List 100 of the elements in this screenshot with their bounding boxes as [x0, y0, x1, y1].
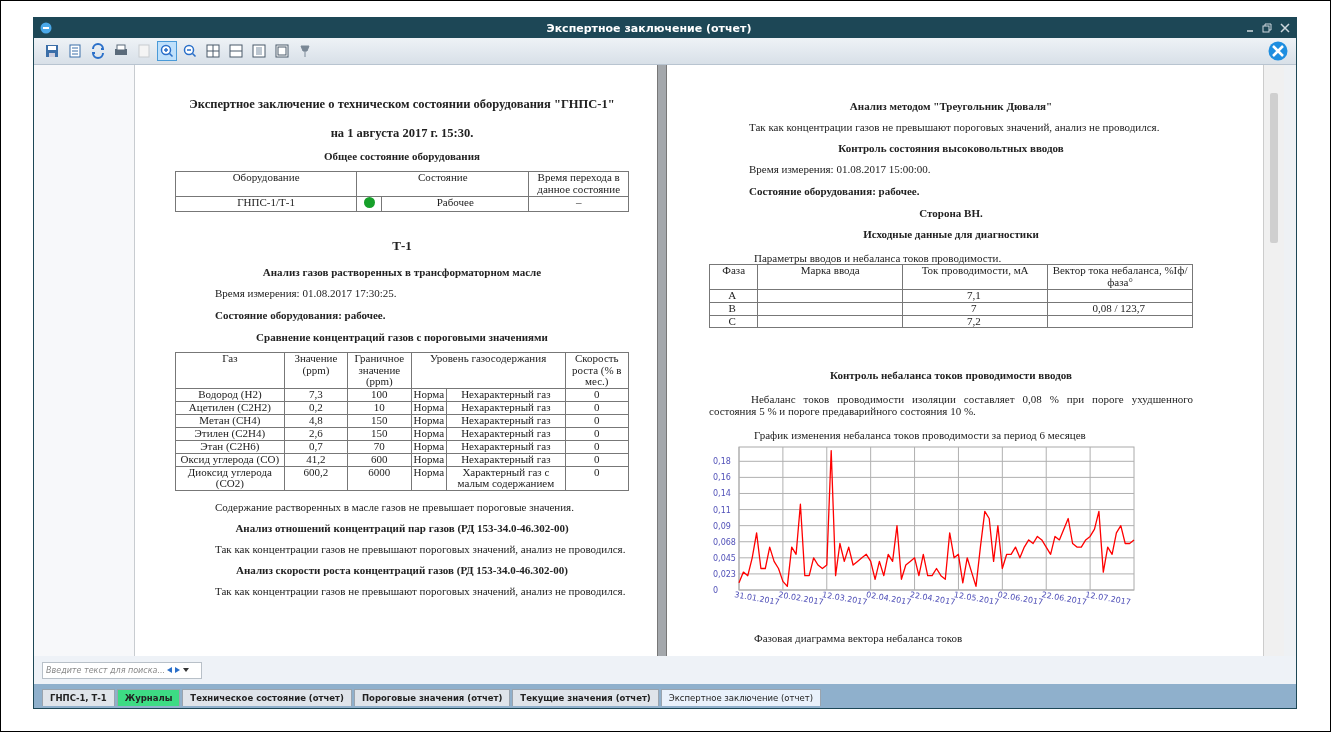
- column-header: Уровень газосодержания: [411, 352, 566, 389]
- table-cell: A: [728, 288, 737, 301]
- tab[interactable]: ГНПС-1, Т-1: [42, 689, 115, 706]
- table-cell: Нехарактерный газ: [446, 388, 566, 402]
- app-menu-icon[interactable]: [40, 22, 52, 34]
- axis-tick-label: 0,18: [713, 457, 731, 467]
- table-cell: 6000: [347, 466, 412, 491]
- table-cell: 0: [565, 388, 629, 402]
- table-cell: 70: [347, 440, 412, 454]
- section-heading: Анализ методом "Треугольник Дюваля": [848, 100, 1054, 112]
- axis-tick-label: 0,16: [713, 473, 731, 483]
- table-cell: 0: [565, 401, 629, 415]
- table-cell: Этилен (C2H4): [175, 427, 285, 441]
- table-cell: 0: [565, 440, 629, 454]
- tab[interactable]: Пороговые значения (отчет): [353, 689, 511, 706]
- table-cell: Характерный газ с малым содержанием: [446, 466, 566, 491]
- table-cell: Норма: [411, 440, 447, 454]
- table-cell: 100: [347, 388, 412, 402]
- table-cell: 2,6: [284, 427, 348, 441]
- table-cell: Оксид углерода (CO): [175, 453, 285, 466]
- table-cell: Норма: [411, 401, 447, 415]
- section-heading: Контроль небаланса токов проводимости вводов: [828, 369, 1074, 382]
- body-text: Время измерения: 01.08.2017 15:00:00.: [749, 163, 932, 175]
- body-paragraph: Небаланс токов проводимости изоляции составляет 0,08 % при пороге ухудшенного состояния 5 % и пороге предаварийного состояния 10 %.: [709, 393, 1193, 418]
- frame-icon[interactable]: [272, 41, 292, 61]
- table-cell: 7,3: [284, 388, 348, 402]
- table-cell: –: [528, 196, 629, 212]
- window-title: Экспертное заключение (отчет): [545, 21, 753, 35]
- tools-icon[interactable]: [1268, 41, 1288, 61]
- table-cell: B: [728, 301, 736, 314]
- axis-tick-label: 0: [713, 586, 719, 596]
- section-heading: Сравнение концентраций газов с пороговыми значениями: [255, 330, 549, 343]
- table-cell: Ацетилен (C2H2): [175, 401, 285, 415]
- body-text: Так как концентрации газов не превышают пороговых значений, анализ не проводился.: [749, 121, 1161, 133]
- table-cell: 600: [347, 453, 412, 466]
- table-cell: 7,1: [966, 288, 981, 301]
- section-heading: Анализ скорости роста концентраций газов (РД 153-34.0-46.302-00): [235, 564, 569, 577]
- section-heading: Общее состояние оборудования: [323, 150, 481, 162]
- axis-tick-label: 0,045: [713, 554, 736, 564]
- table-cell: ГНПС-1/Т-1: [175, 196, 357, 212]
- tab[interactable]: Журналы: [116, 689, 181, 706]
- column-header: Состояние: [356, 171, 529, 197]
- document-title: на 1 августа 2017 г. 15:30.: [329, 126, 475, 141]
- section-heading: Исходные данные для диагностики: [862, 228, 1040, 240]
- table-cell: 41,2: [284, 453, 348, 466]
- axis-tick-label: 0,14: [713, 489, 731, 499]
- tab[interactable]: Экспертное заключение (отчет): [660, 689, 822, 706]
- body-text: Так как концентрации газов не превышают пороговых значений, анализ не проводился.: [215, 585, 627, 598]
- caption-text: Параметры вводов и небаланса токов проводимости.: [754, 252, 1003, 264]
- section-heading: Анализ отношений концентраций пар газов (РД 153-34.0-46.302-00): [234, 522, 570, 535]
- table-cell: 0: [565, 427, 629, 441]
- section-title: Т-1: [391, 237, 413, 254]
- table-cell: Метан (CH4): [175, 414, 285, 428]
- zoom-in-icon[interactable]: [157, 41, 177, 61]
- table-cell: Норма: [411, 414, 447, 428]
- table-cell: Норма: [411, 427, 447, 441]
- table-cell: 7,2: [966, 314, 981, 327]
- table-cell: 10: [347, 401, 412, 415]
- section-heading: Анализ газов растворенных в трансформаторном масле: [261, 265, 543, 278]
- status-text: Состояние оборудования: рабочее.: [215, 308, 387, 321]
- column-icon[interactable]: [249, 41, 269, 61]
- table-cell: 0: [565, 453, 629, 466]
- axis-tick-label: 0,023: [713, 570, 736, 580]
- table-cell: Этан (C2H6): [175, 440, 285, 454]
- tab[interactable]: Техническое состояние (отчет): [182, 689, 352, 706]
- previous-icon[interactable]: [167, 667, 172, 673]
- grid-icon[interactable]: [203, 41, 223, 61]
- column-header: Газ: [175, 352, 285, 389]
- column-header: Вектор тока небаланса, %Iф/фаза°: [1047, 264, 1193, 290]
- axis-tick-label: 0,11: [713, 505, 731, 515]
- restore-icon[interactable]: [1262, 23, 1272, 33]
- section-heading: Сторона ВН.: [918, 207, 984, 219]
- column-header: Ток проводимости, мА: [902, 264, 1048, 290]
- table-cell: Норма: [411, 388, 447, 402]
- table-cell: 150: [347, 414, 412, 428]
- table-cell: Водород (H2): [175, 388, 285, 402]
- table-cell: C: [728, 314, 736, 327]
- next-icon[interactable]: [175, 667, 180, 673]
- dropdown-icon[interactable]: [183, 668, 189, 672]
- axis-tick-label: 0,09: [713, 522, 731, 532]
- table-cell: 7: [971, 301, 977, 314]
- body-text: Содержание растворенных в масле газов не превышает пороговые значения.: [215, 501, 575, 514]
- table-cell: Норма: [411, 453, 447, 466]
- caption-text: Фазовая диаграмма вектора небаланса токов: [754, 632, 964, 645]
- column-header: Оборудование: [175, 171, 357, 197]
- search-field[interactable]: Введите текст для поиска...: [42, 661, 202, 679]
- body-text: Время измерения: 01.08.2017 17:30:25.: [215, 286, 398, 299]
- close-icon[interactable]: [1280, 23, 1290, 33]
- column-header: Значение (ppm): [284, 352, 348, 389]
- table-cell: 0,7: [284, 440, 348, 454]
- tab[interactable]: Текущие значения (отчет): [512, 689, 659, 706]
- document-title: Экспертное заключение о техническом состоянии оборудования "ГНПС-1": [188, 97, 616, 112]
- table-cell: Нехарактерный газ: [446, 414, 566, 428]
- body-text: Так как концентрации газов не превышают пороговых значений, анализ не проводился.: [215, 543, 627, 556]
- table-cell: 0: [565, 414, 629, 428]
- split-icon[interactable]: [226, 41, 246, 61]
- column-header: Фаза: [709, 264, 758, 290]
- table-cell: Рабочее: [381, 196, 529, 212]
- table-cell: Нехарактерный газ: [446, 440, 566, 454]
- scrollbar[interactable]: [1263, 65, 1284, 656]
